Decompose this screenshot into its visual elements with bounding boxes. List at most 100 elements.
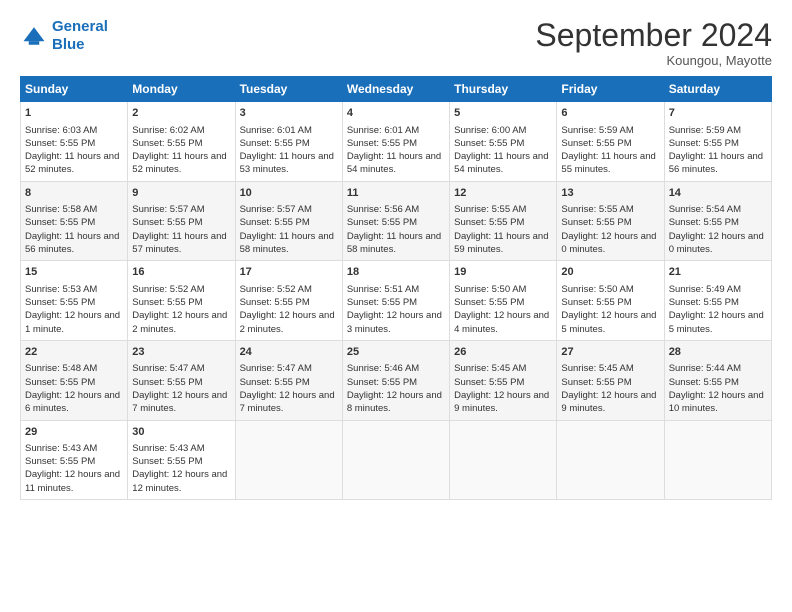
- sunset-label: Sunset: 5:55 PM: [132, 456, 202, 467]
- calendar-cell: 22 Sunrise: 5:48 AM Sunset: 5:55 PM Dayl…: [21, 340, 128, 420]
- day-number: 25: [347, 345, 445, 360]
- sunrise-label: Sunrise: 5:56 AM: [347, 204, 419, 215]
- sunset-label: Sunset: 5:55 PM: [240, 217, 310, 228]
- sunrise-label: Sunrise: 5:53 AM: [25, 284, 97, 295]
- day-number: 2: [132, 106, 230, 121]
- calendar-cell: 28 Sunrise: 5:44 AM Sunset: 5:55 PM Dayl…: [664, 340, 771, 420]
- sunset-label: Sunset: 5:55 PM: [132, 377, 202, 388]
- daylight-label: Daylight: 12 hours and 5 minutes.: [561, 310, 656, 334]
- sunrise-label: Sunrise: 5:55 AM: [454, 204, 526, 215]
- daylight-label: Daylight: 12 hours and 7 minutes.: [240, 390, 335, 414]
- daylight-label: Daylight: 11 hours and 57 minutes.: [132, 231, 226, 255]
- sunset-label: Sunset: 5:55 PM: [561, 297, 631, 308]
- sunrise-label: Sunrise: 5:57 AM: [132, 204, 204, 215]
- daylight-label: Daylight: 12 hours and 12 minutes.: [132, 469, 227, 493]
- calendar-cell: [342, 420, 449, 500]
- col-sunday: Sunday: [21, 77, 128, 102]
- calendar-cell: 17 Sunrise: 5:52 AM Sunset: 5:55 PM Dayl…: [235, 261, 342, 341]
- daylight-label: Daylight: 12 hours and 3 minutes.: [347, 310, 442, 334]
- month-title: September 2024: [535, 18, 772, 53]
- sunrise-label: Sunrise: 5:45 AM: [454, 363, 526, 374]
- day-number: 17: [240, 265, 338, 280]
- sunset-label: Sunset: 5:55 PM: [561, 377, 631, 388]
- daylight-label: Daylight: 12 hours and 0 minutes.: [561, 231, 656, 255]
- col-wednesday: Wednesday: [342, 77, 449, 102]
- calendar-cell: 25 Sunrise: 5:46 AM Sunset: 5:55 PM Dayl…: [342, 340, 449, 420]
- day-number: 15: [25, 265, 123, 280]
- calendar-cell: 15 Sunrise: 5:53 AM Sunset: 5:55 PM Dayl…: [21, 261, 128, 341]
- daylight-label: Daylight: 12 hours and 1 minute.: [25, 310, 120, 334]
- sunset-label: Sunset: 5:55 PM: [25, 297, 95, 308]
- sunset-label: Sunset: 5:55 PM: [25, 138, 95, 149]
- sunrise-label: Sunrise: 6:00 AM: [454, 125, 526, 136]
- col-thursday: Thursday: [450, 77, 557, 102]
- sunset-label: Sunset: 5:55 PM: [347, 138, 417, 149]
- sunrise-label: Sunrise: 6:01 AM: [240, 125, 312, 136]
- daylight-label: Daylight: 11 hours and 54 minutes.: [347, 151, 441, 175]
- sunrise-label: Sunrise: 5:49 AM: [669, 284, 741, 295]
- week-row-4: 29 Sunrise: 5:43 AM Sunset: 5:55 PM Dayl…: [21, 420, 772, 500]
- col-saturday: Saturday: [664, 77, 771, 102]
- col-tuesday: Tuesday: [235, 77, 342, 102]
- daylight-label: Daylight: 12 hours and 0 minutes.: [669, 231, 764, 255]
- sunrise-label: Sunrise: 5:54 AM: [669, 204, 741, 215]
- daylight-label: Daylight: 12 hours and 9 minutes.: [561, 390, 656, 414]
- day-number: 12: [454, 186, 552, 201]
- day-number: 6: [561, 106, 659, 121]
- sunset-label: Sunset: 5:55 PM: [561, 217, 631, 228]
- sunrise-label: Sunrise: 5:44 AM: [669, 363, 741, 374]
- header-row: Sunday Monday Tuesday Wednesday Thursday…: [21, 77, 772, 102]
- sunrise-label: Sunrise: 5:51 AM: [347, 284, 419, 295]
- sunset-label: Sunset: 5:55 PM: [132, 217, 202, 228]
- calendar-cell: 11 Sunrise: 5:56 AM Sunset: 5:55 PM Dayl…: [342, 181, 449, 261]
- sunrise-label: Sunrise: 5:58 AM: [25, 204, 97, 215]
- daylight-label: Daylight: 12 hours and 11 minutes.: [25, 469, 120, 493]
- calendar-cell: 6 Sunrise: 5:59 AM Sunset: 5:55 PM Dayli…: [557, 102, 664, 182]
- sunset-label: Sunset: 5:55 PM: [347, 297, 417, 308]
- daylight-label: Daylight: 12 hours and 2 minutes.: [132, 310, 227, 334]
- calendar-cell: [450, 420, 557, 500]
- day-number: 1: [25, 106, 123, 121]
- sunrise-label: Sunrise: 5:59 AM: [669, 125, 741, 136]
- day-number: 26: [454, 345, 552, 360]
- calendar-cell: 12 Sunrise: 5:55 AM Sunset: 5:55 PM Dayl…: [450, 181, 557, 261]
- sunrise-label: Sunrise: 6:01 AM: [347, 125, 419, 136]
- sunset-label: Sunset: 5:55 PM: [132, 138, 202, 149]
- day-number: 8: [25, 186, 123, 201]
- sunset-label: Sunset: 5:55 PM: [669, 138, 739, 149]
- calendar-table: Sunday Monday Tuesday Wednesday Thursday…: [20, 76, 772, 500]
- day-number: 22: [25, 345, 123, 360]
- day-number: 7: [669, 106, 767, 121]
- page: General Blue September 2024 Koungou, May…: [0, 0, 792, 612]
- logo-icon: [20, 22, 48, 50]
- sunrise-label: Sunrise: 5:55 AM: [561, 204, 633, 215]
- calendar-cell: 16 Sunrise: 5:52 AM Sunset: 5:55 PM Dayl…: [128, 261, 235, 341]
- calendar-cell: 18 Sunrise: 5:51 AM Sunset: 5:55 PM Dayl…: [342, 261, 449, 341]
- calendar-cell: 14 Sunrise: 5:54 AM Sunset: 5:55 PM Dayl…: [664, 181, 771, 261]
- sunrise-label: Sunrise: 5:52 AM: [132, 284, 204, 295]
- calendar-cell: [235, 420, 342, 500]
- sunrise-label: Sunrise: 5:48 AM: [25, 363, 97, 374]
- day-number: 29: [25, 425, 123, 440]
- sunset-label: Sunset: 5:55 PM: [454, 138, 524, 149]
- location: Koungou, Mayotte: [535, 53, 772, 68]
- day-number: 11: [347, 186, 445, 201]
- sunrise-label: Sunrise: 5:43 AM: [132, 443, 204, 454]
- daylight-label: Daylight: 11 hours and 56 minutes.: [25, 231, 119, 255]
- daylight-label: Daylight: 12 hours and 5 minutes.: [669, 310, 764, 334]
- calendar-cell: 1 Sunrise: 6:03 AM Sunset: 5:55 PM Dayli…: [21, 102, 128, 182]
- daylight-label: Daylight: 11 hours and 52 minutes.: [25, 151, 119, 175]
- calendar-cell: 27 Sunrise: 5:45 AM Sunset: 5:55 PM Dayl…: [557, 340, 664, 420]
- daylight-label: Daylight: 11 hours and 52 minutes.: [132, 151, 226, 175]
- calendar-cell: 24 Sunrise: 5:47 AM Sunset: 5:55 PM Dayl…: [235, 340, 342, 420]
- calendar-cell: 26 Sunrise: 5:45 AM Sunset: 5:55 PM Dayl…: [450, 340, 557, 420]
- day-number: 4: [347, 106, 445, 121]
- sunrise-label: Sunrise: 6:03 AM: [25, 125, 97, 136]
- sunset-label: Sunset: 5:55 PM: [347, 217, 417, 228]
- daylight-label: Daylight: 11 hours and 55 minutes.: [561, 151, 655, 175]
- calendar-cell: 9 Sunrise: 5:57 AM Sunset: 5:55 PM Dayli…: [128, 181, 235, 261]
- day-number: 9: [132, 186, 230, 201]
- daylight-label: Daylight: 12 hours and 9 minutes.: [454, 390, 549, 414]
- header: General Blue September 2024 Koungou, May…: [20, 18, 772, 68]
- logo-text: General Blue: [52, 18, 108, 54]
